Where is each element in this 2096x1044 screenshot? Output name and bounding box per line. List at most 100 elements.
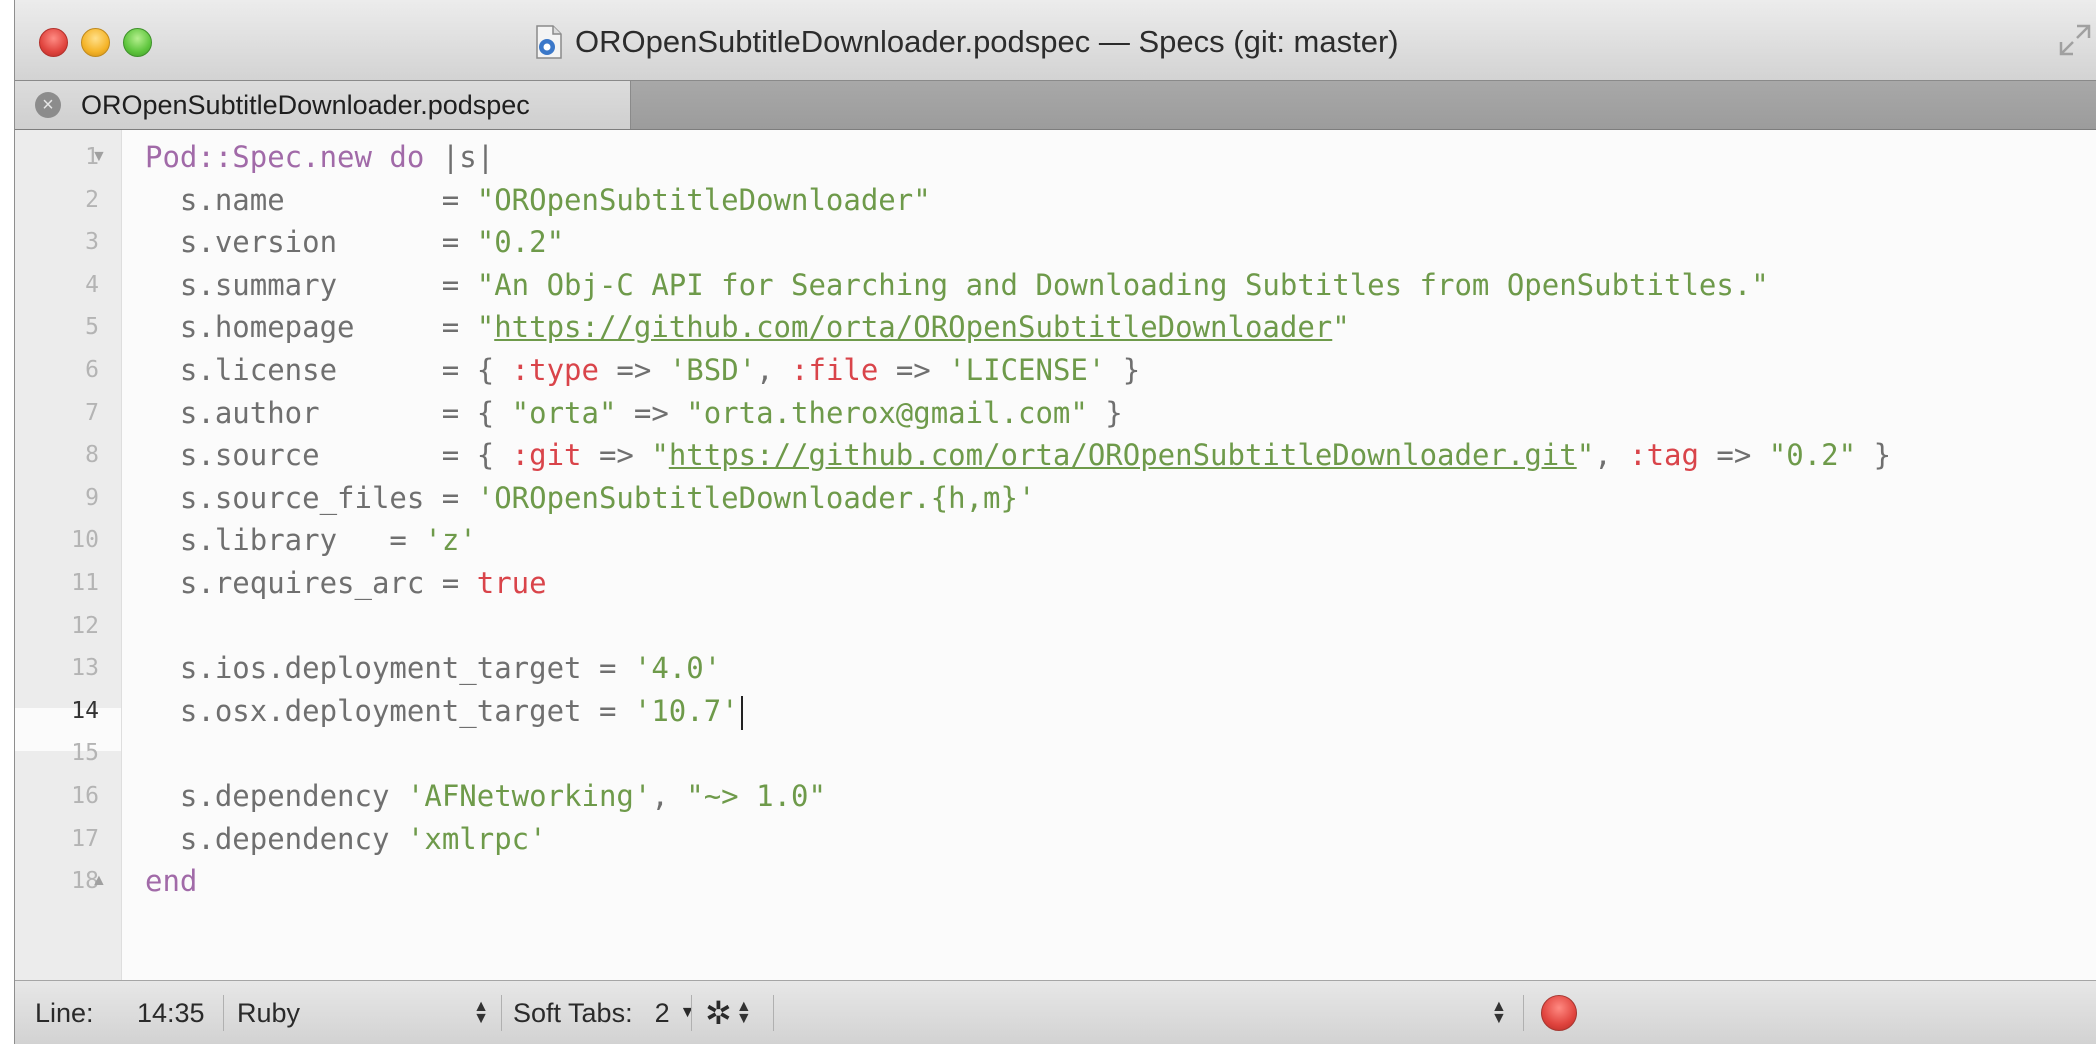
line-number: 12 [71,612,99,639]
code-token: "An Obj-C API for Searching and Download… [476,267,1769,302]
code-token: s.dependency [145,821,407,856]
code-line[interactable] [145,732,1891,775]
code-token: '10.7' [633,693,739,728]
code-token: 'OROpenSubtitleDownloader.{h,m}' [476,480,1036,515]
code-token: "0.2" [1768,438,1857,473]
code-token: s.homepage = [145,310,477,345]
url-link[interactable]: https://github.com/orta/OROpenSubtitleDo… [669,438,1577,472]
divider [223,995,224,1031]
tab-label: OROpenSubtitleDownloader.podspec [81,89,530,120]
zoom-window-button[interactable] [123,28,152,57]
code-token: s.license = { [145,352,512,387]
code-token: 'LICENSE' [948,352,1106,387]
code-token: 'xmlrpc' [406,821,547,856]
code-token: s.ios.deployment_target = [145,651,634,686]
code-line[interactable]: s.license = { :type => 'BSD', :file => '… [145,349,1891,392]
language-label: Ruby [237,997,301,1028]
up-down-arrows-icon: ▲ ▼ [473,998,489,1027]
document-icon [535,25,563,59]
tab-close-icon[interactable]: × [35,92,61,118]
line-number: 7 [85,399,99,426]
symbol-selector[interactable]: ▲ ▼ [1491,981,1507,1044]
code-token: "~> 1.0" [686,778,826,813]
line-number: 2 [85,186,99,213]
code-token: => [1698,438,1769,473]
code-line[interactable]: s.source = { :git => "https://github.com… [145,434,1891,477]
code-token: s.library = [145,523,425,558]
code-editor[interactable]: 1 2 3 4 5 6 7 8 9 10 11 12 13 14 15 16 17 18 ▼ ▲ Pod::Spec.… [15,130,2096,980]
url-link[interactable]: https://github.com/orta/OROpenSubtitleDo… [494,310,1332,344]
soft-tabs-selector[interactable]: Soft Tabs: 2 ▼ [513,981,695,1044]
code-text-area[interactable]: Pod::Spec.new do |s| s.name = "OROpenSub… [145,136,1891,903]
code-line[interactable]: s.ios.deployment_target = '4.0' [145,647,1891,690]
code-token: } [1105,352,1141,387]
code-token: :file [791,352,879,387]
code-token: => [598,352,669,387]
gear-icon: ✲ [705,995,732,1031]
editor-window: OROpenSubtitleDownloader.podspec — Specs… [14,0,2096,1044]
cursor-position[interactable]: 14:35 [137,981,205,1044]
code-token: s.source = { [145,438,512,473]
line-number: 16 [71,783,99,809]
code-line[interactable]: s.osx.deployment_target = '10.7' [145,690,1891,733]
code-line[interactable]: s.homepage = "https://github.com/orta/OR… [145,306,1891,349]
line-number: 5 [85,314,99,341]
code-line[interactable]: s.requires_arc = true [145,562,1891,605]
code-token: , [651,778,687,813]
line-number: 1 [85,144,99,170]
code-token: => [581,438,652,473]
record-icon [1541,995,1577,1031]
code-token: :type [511,352,599,387]
title-bar[interactable]: OROpenSubtitleDownloader.podspec — Specs… [15,0,2096,81]
code-token: s.summary = [145,267,477,302]
code-line[interactable]: s.dependency 'AFNetworking', "~> 1.0" [145,775,1891,818]
code-token: } [1087,395,1123,430]
line-number-gutter: 1 2 3 4 5 6 7 8 9 10 11 12 13 14 15 16 17 18 ▼ ▲ [15,130,122,980]
code-token: s.osx.deployment_target = [145,693,634,728]
code-token: "orta.therox@gmail.com" [686,395,1088,430]
code-line[interactable]: s.dependency 'xmlrpc' [145,818,1891,861]
close-window-button[interactable] [39,28,68,57]
minimize-window-button[interactable] [81,28,110,57]
code-token: 'AFNetworking' [406,778,652,813]
line-number: 14 [71,697,99,724]
code-line[interactable]: s.summary = "An Obj-C API for Searching … [145,264,1891,307]
code-token: " [1576,438,1595,473]
divider [691,995,692,1031]
code-token: , [756,352,792,387]
code-line[interactable]: s.author = { "orta" => "orta.therox@gmai… [145,392,1891,435]
code-line[interactable]: s.source_files = 'OROpenSubtitleDownload… [145,477,1891,520]
code-token: , [1594,438,1630,473]
fold-close-icon[interactable]: ▲ [91,872,107,890]
divider [501,995,502,1031]
code-token: end [145,864,198,899]
window-title: OROpenSubtitleDownloader.podspec — Specs… [535,22,1399,62]
code-token: => [616,395,687,430]
soft-tabs-label: Soft Tabs: [513,997,633,1028]
code-token: 'BSD' [668,352,757,387]
code-line[interactable]: s.version = "0.2" [145,221,1891,264]
code-line[interactable]: end [145,860,1891,903]
line-number: 8 [85,442,99,469]
soft-tabs-value: 2 [654,997,670,1028]
code-line[interactable]: s.name = "OROpenSubtitleDownloader" [145,179,1891,222]
line-number: 4 [85,271,99,298]
code-token: s.requires_arc = [145,565,477,600]
language-selector[interactable]: Ruby ▲ ▼ [237,981,489,1044]
code-token: "OROpenSubtitleDownloader" [476,182,931,217]
line-number: 13 [71,655,99,682]
fold-open-icon[interactable]: ▼ [91,148,107,166]
code-line[interactable]: Pod::Spec.new do |s| [145,136,1891,179]
code-token: s.source_files = [145,480,477,515]
line-number: 10 [71,527,99,554]
code-token: " [1332,310,1350,345]
settings-menu[interactable]: ✲ ▲ ▼ [705,981,752,1044]
tab-podspec[interactable]: × OROpenSubtitleDownloader.podspec [15,81,631,129]
code-token: true [476,565,547,600]
code-line[interactable]: s.library = 'z' [145,519,1891,562]
code-line[interactable] [145,605,1891,648]
macro-record-button[interactable] [1541,981,1577,1044]
fullscreen-icon[interactable] [2057,22,2093,58]
status-bar: Line: 14:35 Ruby ▲ ▼ Soft Tabs: 2 ▼ ✲ ▲ ▼ … [15,980,2096,1044]
window-title-text: OROpenSubtitleDownloader.podspec — Specs… [575,24,1399,59]
